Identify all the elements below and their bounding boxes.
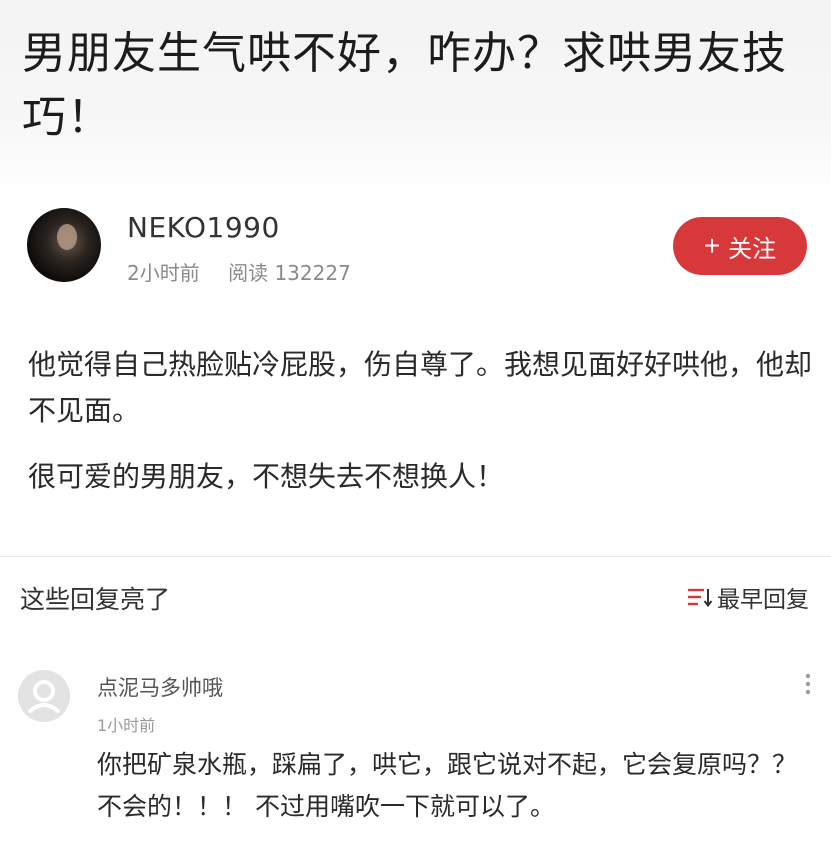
author-name[interactable]: NEKO1990 bbox=[127, 211, 280, 244]
avatar-face bbox=[57, 224, 77, 250]
author-row: NEKO1990 2小时前 阅读 132227 + 关注 bbox=[0, 205, 831, 295]
follow-label: 关注 bbox=[728, 235, 777, 263]
author-meta: 2小时前 阅读 132227 bbox=[127, 257, 373, 286]
comment-text: 你把矿泉水瓶，踩扁了，哄它，跟它说对不起，它会复原吗？？ 不会的！！！ 不过用嘴… bbox=[97, 750, 798, 821]
comment-time: 1小时前 bbox=[97, 716, 156, 735]
author-avatar[interactable] bbox=[27, 208, 101, 282]
title-block: 男朋友生气哄不好，咋办？求哄男友技巧！ bbox=[0, 0, 831, 200]
more-vertical-icon[interactable] bbox=[803, 672, 813, 700]
comment-username[interactable]: 点泥马多帅哦 bbox=[97, 672, 223, 702]
plus-icon: + bbox=[703, 230, 721, 261]
sort-icon bbox=[688, 588, 713, 608]
replies-title: 这些回复亮了 bbox=[20, 585, 171, 614]
section-divider bbox=[0, 556, 831, 557]
follow-button[interactable]: + 关注 bbox=[673, 217, 807, 275]
replies-header: 这些回复亮了 最早回复 bbox=[0, 578, 831, 622]
post-time: 2小时前 bbox=[127, 261, 200, 285]
post-page: 男朋友生气哄不好，咋办？求哄男友技巧！ NEKO1990 2小时前 阅读 132… bbox=[0, 0, 831, 856]
comment-item: 点泥马多帅哦 1小时前 你把矿泉水瓶，踩扁了，哄它，跟它说对不起，它会复原吗？？… bbox=[0, 660, 831, 856]
sort-label: 最早回复 bbox=[717, 587, 809, 613]
post-title: 男朋友生气哄不好，咋办？求哄男友技巧！ bbox=[22, 28, 787, 143]
post-paragraph: 他觉得自己热脸贴冷屁股，伤自尊了。我想见面好好哄他，他却不见面。 bbox=[28, 348, 813, 427]
sort-button[interactable]: 最早回复 bbox=[687, 580, 809, 614]
default-user-icon-graphic bbox=[18, 670, 70, 722]
post-body: 他觉得自己热脸贴冷屁股，伤自尊了。我想见面好好哄他，他却不见面。 很可爱的男朋友… bbox=[28, 342, 813, 520]
read-count: 阅读 132227 bbox=[228, 261, 351, 285]
default-user-icon[interactable] bbox=[18, 670, 70, 722]
post-paragraph: 很可爱的男朋友，不想失去不想换人！ bbox=[28, 460, 505, 493]
